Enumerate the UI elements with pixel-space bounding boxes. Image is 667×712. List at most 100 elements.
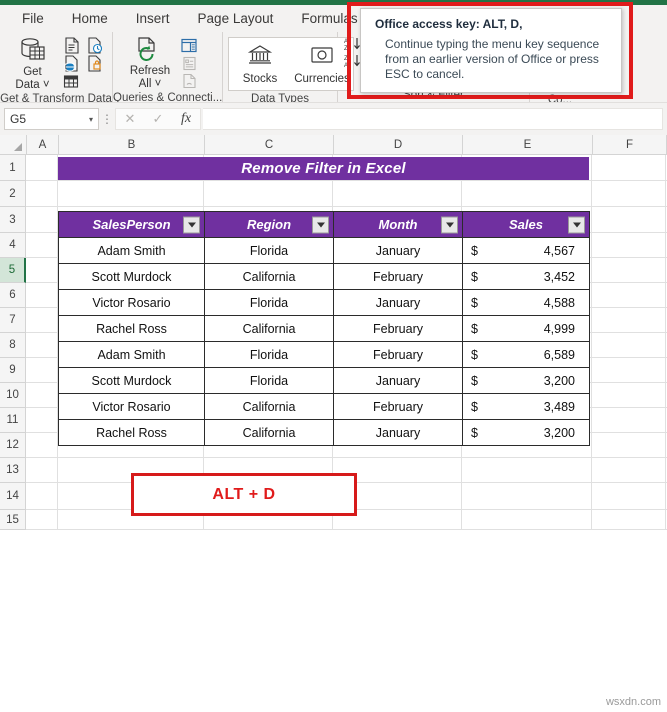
cell-salesperson[interactable]: Rachel Ross (58, 315, 205, 342)
filter-dropdown-region[interactable] (312, 216, 329, 233)
cell-month[interactable]: January (333, 289, 463, 316)
cell-f6[interactable] (592, 283, 666, 307)
recent-sources-icon[interactable] (84, 36, 104, 54)
cell-a3[interactable] (26, 207, 58, 232)
cell-a8[interactable] (26, 333, 58, 357)
cell-a9[interactable] (26, 358, 58, 382)
row-header-3[interactable]: 3 (0, 207, 26, 233)
cell-month[interactable]: February (333, 393, 463, 420)
cell-region[interactable]: California (204, 393, 334, 420)
cell-e2[interactable] (462, 181, 592, 206)
enter-icon[interactable]: ✓ (144, 111, 172, 127)
cell-sales[interactable]: $ 3,200 (462, 419, 590, 446)
insert-function-icon[interactable]: fx (172, 111, 200, 127)
cancel-icon[interactable]: ✕ (116, 111, 144, 127)
existing-connections-icon[interactable] (84, 54, 104, 72)
cell-f11[interactable] (592, 408, 666, 432)
cell-month[interactable]: January (333, 237, 463, 264)
cell-a13[interactable] (26, 458, 58, 482)
row-header-10[interactable]: 10 (0, 383, 26, 408)
row-header-15[interactable]: 15 (0, 510, 26, 530)
cell-a2[interactable] (26, 181, 58, 206)
cell-region[interactable]: Florida (204, 237, 334, 264)
get-data-button[interactable]: Get Data ˅ (6, 35, 59, 91)
row-header-1[interactable]: 1 (0, 155, 26, 181)
row-header-7[interactable]: 7 (0, 308, 26, 333)
column-header-d[interactable]: D (334, 135, 463, 154)
formula-bar-grip[interactable]: ⋮ (99, 112, 115, 126)
row-header-14[interactable]: 14 (0, 483, 26, 510)
cell-region[interactable]: California (204, 419, 334, 446)
name-box[interactable]: G5 ▾ (4, 108, 99, 130)
from-web-icon[interactable] (61, 54, 81, 72)
cell-region[interactable]: Florida (204, 289, 334, 316)
cell-f1[interactable] (592, 155, 666, 180)
cell-f4[interactable] (592, 233, 666, 257)
cell-month[interactable]: February (333, 341, 463, 368)
row-header-13[interactable]: 13 (0, 458, 26, 483)
cell-region[interactable]: California (204, 315, 334, 342)
tab-file[interactable]: File (8, 5, 58, 32)
cell-sales[interactable]: $ 3,452 (462, 263, 590, 290)
queries-connections-icon[interactable] (179, 37, 199, 53)
cell-region[interactable]: Florida (204, 367, 334, 394)
cell-f9[interactable] (592, 358, 666, 382)
edit-links-icon[interactable] (179, 73, 199, 89)
cell-f13[interactable] (592, 458, 666, 482)
refresh-all-button[interactable]: Refresh All ˅ (123, 35, 177, 90)
cell-sales[interactable]: $ 4,588 (462, 289, 590, 316)
cell-e15[interactable] (462, 510, 592, 529)
column-header-a[interactable]: A (27, 135, 59, 154)
cell-month[interactable]: January (333, 419, 463, 446)
filter-dropdown-salesperson[interactable] (183, 216, 200, 233)
cell-b2[interactable] (58, 181, 204, 206)
cell-a1[interactable] (26, 155, 58, 180)
row-header-2[interactable]: 2 (0, 181, 26, 207)
cell-salesperson[interactable]: Scott Murdock (58, 263, 205, 290)
cell-sales[interactable]: $ 3,200 (462, 367, 590, 394)
cell-region[interactable]: California (204, 263, 334, 290)
cell-a4[interactable] (26, 233, 58, 257)
cell-f2[interactable] (592, 181, 666, 206)
cell-month[interactable]: February (333, 263, 463, 290)
tab-home[interactable]: Home (58, 5, 122, 32)
cell-salesperson[interactable]: Adam Smith (58, 237, 205, 264)
cell-f5[interactable] (592, 258, 666, 282)
row-header-6[interactable]: 6 (0, 283, 26, 308)
cell-month[interactable]: January (333, 367, 463, 394)
cell-c2[interactable] (204, 181, 333, 206)
cell-a5[interactable] (26, 258, 58, 282)
from-text-icon[interactable] (61, 36, 81, 54)
formula-input[interactable] (203, 108, 663, 130)
cell-a10[interactable] (26, 383, 58, 407)
from-table-icon[interactable] (61, 73, 81, 89)
row-header-5[interactable]: 5 (0, 258, 26, 283)
cell-region[interactable]: Florida (204, 341, 334, 368)
cell-month[interactable]: February (333, 315, 463, 342)
row-header-8[interactable]: 8 (0, 333, 26, 358)
row-header-12[interactable]: 12 (0, 433, 26, 458)
column-header-b[interactable]: B (59, 135, 205, 154)
cell-salesperson[interactable]: Scott Murdock (58, 367, 205, 394)
cell-salesperson[interactable]: Adam Smith (58, 341, 205, 368)
cell-salesperson[interactable]: Victor Rosario (58, 289, 205, 316)
cell-a12[interactable] (26, 433, 58, 457)
cell-d2[interactable] (333, 181, 462, 206)
chevron-down-icon[interactable]: ▾ (89, 115, 93, 124)
column-header-c[interactable]: C (205, 135, 334, 154)
filter-dropdown-month[interactable] (441, 216, 458, 233)
cell-a11[interactable] (26, 408, 58, 432)
row-header-9[interactable]: 9 (0, 358, 26, 383)
cell-e13[interactable] (462, 458, 592, 482)
cell-f14[interactable] (592, 483, 666, 509)
cell-a15[interactable] (26, 510, 58, 529)
cell-sales[interactable]: $ 3,489 (462, 393, 590, 420)
cell-f10[interactable] (592, 383, 666, 407)
tab-insert[interactable]: Insert (122, 5, 184, 32)
cell-salesperson[interactable]: Victor Rosario (58, 393, 205, 420)
stocks-button[interactable]: Stocks (229, 38, 291, 90)
cell-a7[interactable] (26, 308, 58, 332)
filter-dropdown-sales[interactable] (568, 216, 585, 233)
tab-formulas[interactable]: Formulas (287, 5, 371, 32)
row-header-4[interactable]: 4 (0, 233, 26, 258)
